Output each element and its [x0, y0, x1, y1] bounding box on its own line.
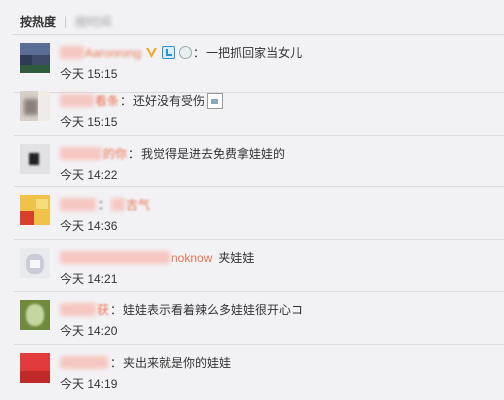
comment-item: ： 吉气 今天 14:36 — [0, 188, 504, 240]
comment-text: 我觉得是进去免费拿娃娃的 — [141, 147, 286, 161]
comment-line: 的你 ： 我觉得是进去免费拿娃娃的 — [60, 145, 285, 162]
comment-text: 还好没有受伤 — [133, 94, 206, 108]
comment-time: 今天 15:15 — [60, 67, 118, 81]
tab-by-time[interactable]: 按时间 — [75, 13, 111, 30]
avatar[interactable] — [20, 43, 50, 73]
username-blurred[interactable] — [60, 356, 108, 369]
comment-item: 看条 ： 还好没有受伤 今天 15:15 — [0, 84, 504, 136]
username-blurred[interactable] — [60, 251, 170, 264]
username-blurred[interactable] — [60, 198, 96, 211]
comment-item: 获 ： 娃娃表示看着辣么多娃娃很开心コ 今天 14:20 — [0, 293, 504, 345]
comment-text: 夹出来就是你的娃娃 — [123, 356, 232, 370]
avatar[interactable] — [20, 91, 50, 121]
member-medal-icon — [179, 46, 193, 59]
verified-badge-icon — [162, 46, 176, 59]
comment-text: 一把抓回家当女儿 — [206, 46, 303, 60]
avatar[interactable] — [20, 353, 50, 383]
comment-divider — [14, 135, 504, 136]
comment-text: 吉气 — [126, 198, 151, 212]
comment-line: noknow 夹娃娃 — [60, 249, 254, 266]
comment-time: 今天 15:15 — [60, 115, 118, 129]
username[interactable]: noknow — [171, 251, 212, 265]
username-blurred[interactable] — [60, 94, 94, 107]
comment-divider — [14, 291, 504, 292]
tab-by-hot[interactable]: 按热度 — [20, 13, 56, 30]
username-blurred[interactable] — [60, 46, 84, 59]
avatar[interactable] — [20, 300, 50, 330]
colon: ： — [128, 147, 141, 161]
comment-line: ： 吉气 — [60, 196, 150, 213]
comment-item: noknow 夹娃娃 今天 14:21 — [0, 241, 504, 292]
comment-line: 看条 ： 还好没有受伤 — [60, 92, 224, 109]
username[interactable]: Aaronrong — [85, 46, 141, 60]
vip-v-icon — [145, 46, 158, 59]
text-blurred — [111, 198, 126, 211]
comment-time: 今天 14:22 — [60, 168, 118, 182]
avatar[interactable] — [20, 195, 50, 225]
tab-divider: | — [64, 14, 68, 28]
username-blurred[interactable] — [60, 147, 102, 160]
colon: ： — [98, 198, 111, 212]
comment-time: 今天 14:20 — [60, 324, 118, 338]
username[interactable]: 的你 — [103, 145, 127, 162]
comment-line: Aaronrong ： 一把抓回家当女儿 — [60, 44, 302, 61]
comment-text: 娃娃表示看着辣么多娃娃很开心コ — [123, 303, 304, 317]
comment-time: 今天 14:36 — [60, 219, 118, 233]
colon: ： — [110, 356, 123, 370]
username[interactable]: 获 — [97, 301, 109, 318]
avatar[interactable] — [20, 144, 50, 174]
tabs-divider — [12, 34, 504, 35]
broken-image-icon — [207, 92, 224, 109]
username[interactable]: 看条 — [95, 92, 119, 109]
sort-tabs: 按热度 | 按时间 — [20, 12, 111, 30]
colon: ： — [193, 46, 206, 60]
comment-time: 今天 14:21 — [60, 272, 118, 286]
colon: ： — [110, 303, 123, 317]
colon: ： — [120, 94, 133, 108]
avatar[interactable] — [20, 248, 50, 278]
comment-line: 获 ： 娃娃表示看着辣么多娃娃很开心コ — [60, 301, 303, 318]
username-blurred[interactable] — [60, 303, 96, 316]
comment-item: ： 夹出来就是你的娃娃 今天 14:19 — [0, 346, 504, 400]
comment-divider — [14, 344, 504, 345]
comment-divider — [14, 186, 504, 187]
comment-item: 的你 ： 我觉得是进去免费拿娃娃的 今天 14:22 — [0, 137, 504, 187]
comment-line: ： 夹出来就是你的娃娃 — [60, 354, 231, 371]
comment-text: 夹娃娃 — [218, 251, 255, 265]
comment-time: 今天 14:19 — [60, 377, 118, 391]
comment-divider — [14, 239, 504, 240]
